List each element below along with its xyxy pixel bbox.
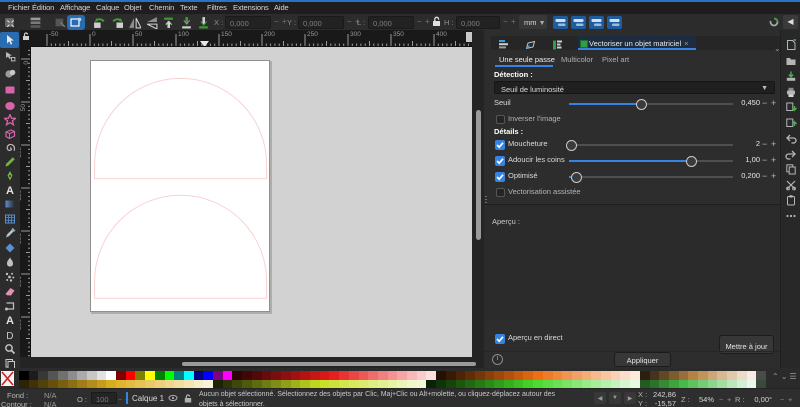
svg-text:A: A <box>6 185 14 196</box>
svg-text:D: D <box>6 331 13 341</box>
svg-text:A: A <box>6 315 14 326</box>
